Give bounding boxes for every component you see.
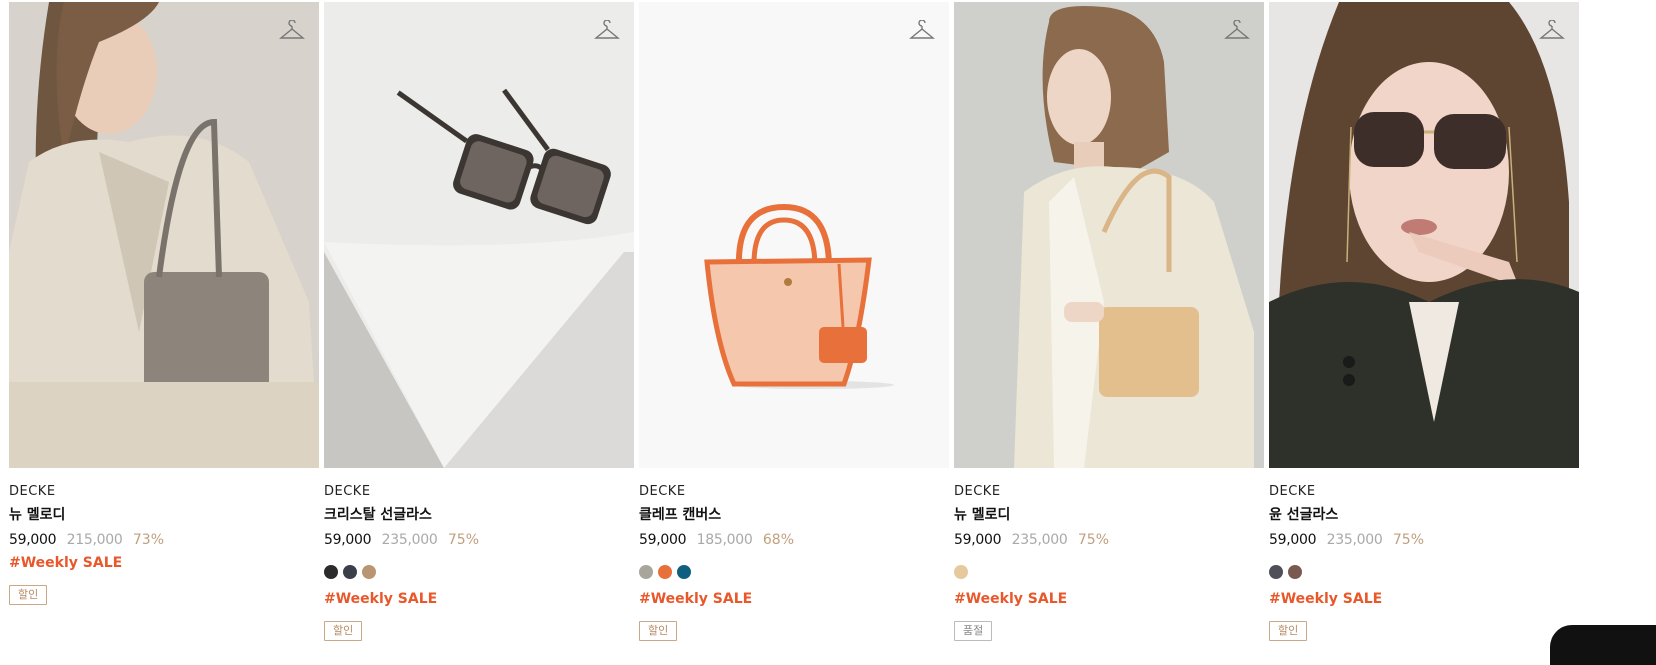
weekly-sale-tag[interactable]: #Weekly SALE <box>639 590 949 608</box>
hanger-icon[interactable] <box>279 20 305 42</box>
discount-rate: 75% <box>447 532 480 548</box>
product-name[interactable]: 뉴 멜로디 <box>954 506 1264 524</box>
discount-rate: 75% <box>1392 532 1425 548</box>
original-price: 215,000 <box>66 532 123 548</box>
color-swatch[interactable] <box>639 565 653 579</box>
sale-price: 59,000 <box>1269 532 1317 548</box>
discount-rate: 75% <box>1077 532 1110 548</box>
product-brand: DECKE <box>9 484 56 499</box>
product-image[interactable] <box>324 2 634 468</box>
color-swatches <box>1269 565 1579 581</box>
color-swatch[interactable] <box>1269 565 1283 579</box>
product-image[interactable] <box>639 2 949 468</box>
color-swatch[interactable] <box>677 565 691 579</box>
product-card[interactable]: DECKE 뉴 멜로디 59,000 215,000 73% #Weekly S… <box>9 2 319 605</box>
color-swatches <box>324 565 634 581</box>
weekly-sale-tag[interactable]: #Weekly SALE <box>9 554 319 572</box>
sold-out-badge: 품절 <box>954 621 993 641</box>
product-card[interactable]: DECKE 뉴 멜로디 59,000 235,000 75% #Weekly S… <box>954 2 1264 641</box>
product-card[interactable]: DECKE 크리스탈 선글라스 59,000 235,000 75% #Week… <box>324 2 634 641</box>
color-swatch[interactable] <box>954 565 968 579</box>
price-row: 59,000 185,000 68% <box>639 531 949 549</box>
hanger-icon[interactable] <box>909 20 935 42</box>
product-photo-sunglasses <box>324 2 634 468</box>
price-row: 59,000 215,000 73% <box>9 531 319 549</box>
product-brand: DECKE <box>954 484 1001 499</box>
product-image[interactable] <box>954 2 1264 468</box>
product-name[interactable]: 뉴 멜로디 <box>9 506 319 524</box>
original-price: 235,000 <box>1326 532 1383 548</box>
product-brand: DECKE <box>639 484 686 499</box>
price-row: 59,000 235,000 75% <box>1269 531 1579 549</box>
product-card[interactable]: DECKE 윤 선글라스 59,000 235,000 75% #Weekly … <box>1269 2 1579 641</box>
floating-chat-button[interactable] <box>1550 625 1656 665</box>
weekly-sale-tag[interactable]: #Weekly SALE <box>1269 590 1579 608</box>
color-swatch[interactable] <box>658 565 672 579</box>
price-row: 59,000 235,000 75% <box>324 531 634 549</box>
product-image[interactable] <box>9 2 319 468</box>
color-swatch[interactable] <box>324 565 338 579</box>
discount-badge: 할인 <box>324 621 363 641</box>
product-card[interactable]: DECKE 클레프 캔버스 59,000 185,000 68% #Weekly… <box>639 2 949 641</box>
color-swatch[interactable] <box>362 565 376 579</box>
original-price: 235,000 <box>381 532 438 548</box>
product-image[interactable] <box>1269 2 1579 468</box>
weekly-sale-tag[interactable]: #Weekly SALE <box>954 590 1264 608</box>
color-swatch[interactable] <box>343 565 357 579</box>
hanger-icon[interactable] <box>1224 20 1250 42</box>
color-swatches <box>954 565 1264 581</box>
price-row: 59,000 235,000 75% <box>954 531 1264 549</box>
discount-badge: 할인 <box>1269 621 1308 641</box>
product-photo-woman-dark-sunglasses <box>1269 2 1579 468</box>
color-swatch[interactable] <box>1288 565 1302 579</box>
sale-price: 59,000 <box>324 532 372 548</box>
product-photo-woman-cream-blazer <box>954 2 1264 468</box>
product-name[interactable]: 윤 선글라스 <box>1269 506 1579 524</box>
sale-price: 59,000 <box>954 532 1002 548</box>
color-swatches <box>639 565 949 581</box>
product-brand: DECKE <box>1269 484 1316 499</box>
discount-rate: 73% <box>132 532 165 548</box>
product-name[interactable]: 크리스탈 선글라스 <box>324 506 634 524</box>
weekly-sale-tag[interactable]: #Weekly SALE <box>324 590 634 608</box>
original-price: 185,000 <box>696 532 753 548</box>
product-grid: DECKE 뉴 멜로디 59,000 215,000 73% #Weekly S… <box>0 0 1656 641</box>
sale-price: 59,000 <box>639 532 687 548</box>
discount-badge: 할인 <box>9 585 48 605</box>
sale-price: 59,000 <box>9 532 57 548</box>
original-price: 235,000 <box>1011 532 1068 548</box>
discount-badge: 할인 <box>639 621 678 641</box>
product-brand: DECKE <box>324 484 371 499</box>
hanger-icon[interactable] <box>1539 20 1565 42</box>
product-photo-canvas-tote <box>639 2 949 468</box>
product-photo-woman-beige-suit <box>9 2 319 468</box>
discount-rate: 68% <box>762 532 795 548</box>
product-name[interactable]: 클레프 캔버스 <box>639 506 949 524</box>
hanger-icon[interactable] <box>594 20 620 42</box>
